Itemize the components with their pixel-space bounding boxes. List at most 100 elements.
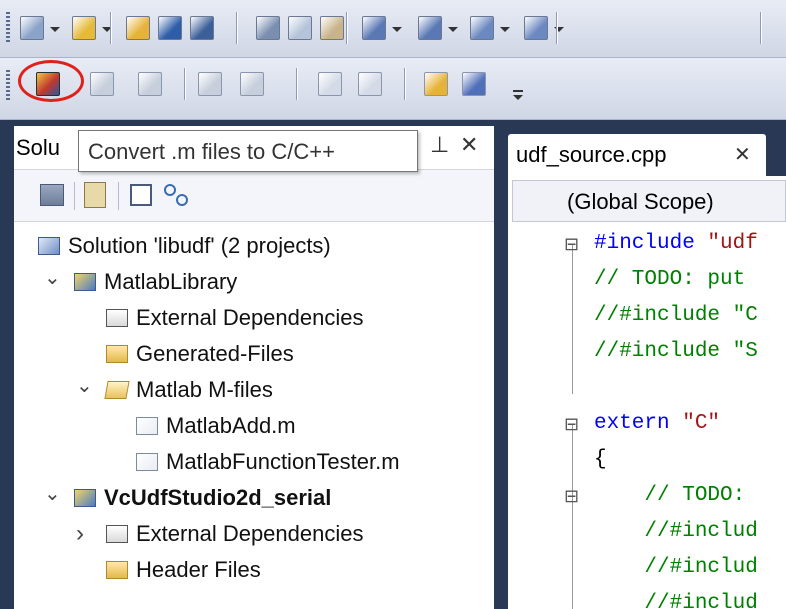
open-file-icon[interactable] [126, 16, 150, 40]
solution-icon [38, 237, 60, 255]
project-icon [74, 273, 96, 291]
code-line: ⊟ // TODO: [508, 478, 786, 514]
paste-icon[interactable] [320, 16, 344, 40]
folder-icon [106, 561, 128, 579]
navigate-forward-icon[interactable] [524, 16, 548, 40]
code-token: //#includ [594, 556, 758, 579]
dependencies-icon [106, 525, 128, 543]
toolbar-grip[interactable] [6, 70, 10, 100]
copy-icon[interactable] [288, 16, 312, 40]
file-icon [136, 453, 158, 471]
open-folder-icon[interactable] [424, 72, 448, 96]
fold-toggle-icon[interactable]: ⊟ [564, 226, 579, 262]
folder-icon [106, 345, 128, 363]
toolbar-grip[interactable] [6, 12, 10, 42]
tree-item[interactable]: Generated-Files [14, 336, 494, 372]
toolbar-separator [556, 12, 557, 44]
scope-dropdown[interactable]: (Global Scope) [512, 180, 786, 222]
solution-explorer-toolbar [14, 170, 494, 222]
tree-item-label: External Dependencies [136, 521, 364, 546]
class-diagram-icon[interactable] [164, 184, 190, 206]
code-line: //#includ [508, 586, 786, 609]
tree-item-label: MatlabFunctionTester.m [166, 449, 400, 474]
tree-item[interactable]: Solution 'libudf' (2 projects) [14, 228, 494, 264]
solution-explorer-panel: Solu ⊥ ✕ Solution 'libudf' (2 projects) ⌄… [14, 126, 494, 609]
chevron-down-icon[interactable]: ⌄ [44, 260, 61, 296]
chevron-down-icon[interactable]: ⌄ [76, 368, 93, 404]
grid-icon[interactable] [90, 72, 114, 96]
clear-icon[interactable] [138, 72, 162, 96]
code-line: //#includ [508, 550, 786, 586]
tree-item-label: Solution 'libudf' (2 projects) [68, 233, 331, 258]
tree-item-label: External Dependencies [136, 305, 364, 330]
stop-icon[interactable] [358, 72, 382, 96]
chevron-down-icon[interactable] [50, 27, 60, 32]
code-token: //#includ [594, 520, 758, 543]
cut-icon[interactable] [256, 16, 280, 40]
chevron-down-icon[interactable] [500, 27, 510, 32]
solution-tree: Solution 'libudf' (2 projects) ⌄ MatlabLib… [14, 228, 494, 608]
code-token: //#include "S [594, 340, 758, 363]
code-token: { [594, 448, 607, 471]
code-line: ⊟ #include "udf [508, 226, 786, 262]
save-all-icon[interactable] [190, 16, 214, 40]
tool-icon[interactable] [462, 72, 486, 96]
toolbar-separator [760, 12, 761, 44]
tooltip-text: Convert .m files to C/C++ [88, 139, 335, 164]
save-icon[interactable] [158, 16, 182, 40]
view-code-icon[interactable] [130, 184, 152, 206]
chevron-right-icon[interactable]: › [76, 516, 84, 552]
toolbar-overflow-button[interactable] [513, 86, 523, 102]
tab-close-icon[interactable]: ✕ [734, 142, 751, 167]
code-area[interactable]: ⊟ #include "udf // TODO: put //#include "C /… [508, 226, 786, 609]
solution-explorer-title: Solu [16, 135, 61, 160]
code-line: //#include "C [508, 298, 786, 334]
fold-toggle-icon[interactable]: ⊟ [564, 406, 579, 442]
run-icon[interactable] [318, 72, 342, 96]
fold-toggle-icon[interactable]: ⊟ [564, 478, 579, 514]
project-icon [74, 489, 96, 507]
code-line: { [508, 442, 786, 478]
close-icon[interactable]: ✕ [460, 132, 478, 158]
toolbar-separator [110, 12, 111, 44]
undo-icon[interactable] [362, 16, 386, 40]
toolbar-separator [346, 12, 347, 44]
tree-item[interactable]: ⌄ Matlab M-files [14, 372, 494, 408]
code-token: // TODO: put [594, 268, 746, 291]
editor-tab[interactable]: udf_source.cpp ✕ [508, 134, 766, 176]
tree-item[interactable]: Header Files [14, 552, 494, 588]
show-all-files-icon[interactable] [84, 182, 106, 208]
scope-label: (Global Scope) [567, 189, 714, 214]
code-token: //#includ [594, 592, 758, 609]
toolbar-separator [184, 68, 185, 100]
tree-item-label: MatlabLibrary [104, 269, 238, 294]
tree-item-label: Matlab M-files [136, 377, 273, 402]
chevron-down-icon[interactable] [448, 27, 458, 32]
add-item-icon[interactable] [72, 16, 96, 40]
editor-tab-label: udf_source.cpp [516, 142, 667, 167]
toolbar-separator [404, 68, 405, 100]
tree-item[interactable]: ⌄ VcUdfStudio2d_serial [14, 480, 494, 516]
properties-icon[interactable] [40, 184, 64, 206]
code-line: //#includ [508, 514, 786, 550]
code-token: "udf [707, 232, 758, 255]
tree-item[interactable]: ⌄ MatlabLibrary [14, 264, 494, 300]
chevron-down-icon[interactable]: ⌄ [44, 476, 61, 512]
code-line: // TODO: put [508, 262, 786, 298]
redo-icon[interactable] [418, 16, 442, 40]
pin-icon[interactable]: ⊥ [430, 132, 449, 158]
tree-item[interactable]: › External Dependencies [14, 516, 494, 552]
code-token: extern [594, 412, 683, 435]
chevron-down-icon[interactable] [392, 27, 402, 32]
dependencies-icon [106, 309, 128, 327]
export-icon[interactable] [240, 72, 264, 96]
toolbar-separator [296, 68, 297, 100]
tree-item[interactable]: External Dependencies [14, 300, 494, 336]
navigate-backward-icon[interactable] [470, 16, 494, 40]
code-line: ⊟ extern "C" [508, 406, 786, 442]
import-icon[interactable] [198, 72, 222, 96]
new-project-icon[interactable] [20, 16, 44, 40]
tree-item[interactable]: MatlabFunctionTester.m [14, 444, 494, 480]
tree-item[interactable]: MatlabAdd.m [14, 408, 494, 444]
